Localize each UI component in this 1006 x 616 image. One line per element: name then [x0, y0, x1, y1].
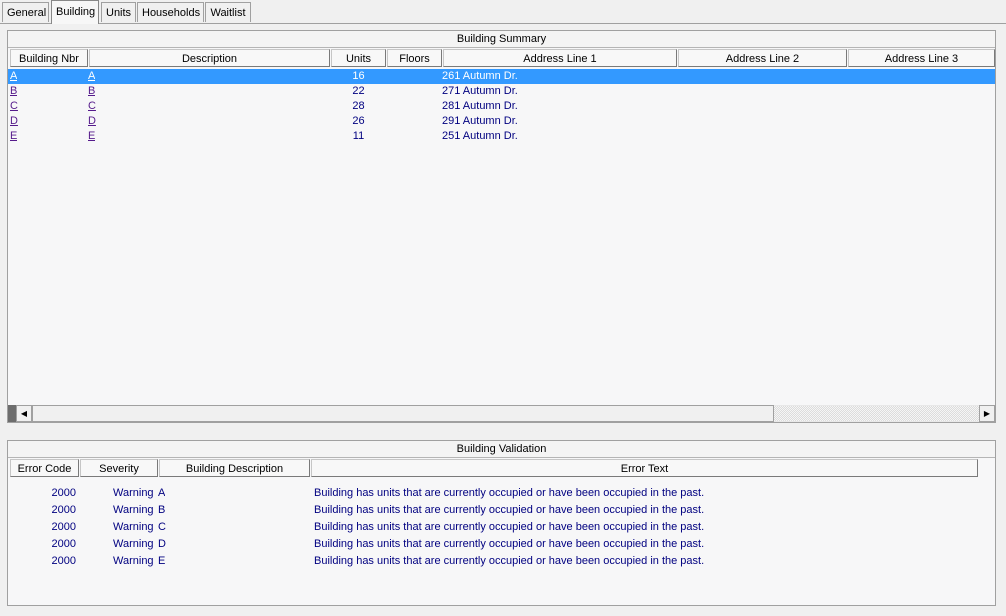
error-code-cell: 2000: [51, 521, 76, 533]
col-address-line-3[interactable]: Address Line 3: [848, 49, 995, 67]
col-address-line-2[interactable]: Address Line 2: [678, 49, 847, 67]
scrollbar-end-block: [8, 405, 16, 422]
tab-waitlist[interactable]: Waitlist: [205, 2, 251, 22]
error-code-cell: 2000: [51, 555, 76, 567]
building-nbr-link[interactable]: B: [10, 84, 17, 99]
col-building-description[interactable]: Building Description: [159, 459, 310, 477]
scroll-left-button[interactable]: ◀: [16, 405, 32, 422]
horizontal-scrollbar[interactable]: ◀ ▶: [8, 405, 995, 422]
building-summary-panel: Building Summary Building Nbr Descriptio…: [7, 30, 996, 423]
table-row[interactable]: B B 22 271 Autumn Dr.: [8, 84, 995, 99]
error-code-cell: 2000: [51, 487, 76, 499]
col-floors[interactable]: Floors: [387, 49, 442, 67]
units-cell: 26: [352, 115, 365, 127]
tab-bar: General Building Units Households Waitli…: [0, 0, 1006, 24]
table-row[interactable]: 2000 Warning C Building has units that a…: [8, 519, 995, 536]
building-summary-title: Building Summary: [8, 31, 995, 48]
scrollbar-track[interactable]: [774, 406, 979, 421]
tab-general[interactable]: General: [2, 2, 49, 22]
table-row[interactable]: 2000 Warning A Building has units that a…: [8, 485, 995, 502]
severity-cell: Warning: [113, 555, 154, 567]
description-link[interactable]: D: [88, 114, 96, 129]
description-link[interactable]: A: [88, 69, 95, 84]
building-nbr-link[interactable]: D: [10, 114, 18, 129]
table-row[interactable]: E E 11 251 Autumn Dr.: [8, 129, 995, 144]
description-link[interactable]: C: [88, 99, 96, 114]
table-row[interactable]: 2000 Warning D Building has units that a…: [8, 536, 995, 553]
building-validation-panel: Building Validation Error Code Severity …: [7, 440, 996, 606]
scrollbar-thumb[interactable]: [32, 405, 774, 422]
table-row[interactable]: A A 16 261 Autumn Dr.: [8, 69, 995, 84]
error-text-cell: Building has units that are currently oc…: [314, 487, 705, 499]
error-code-cell: 2000: [51, 538, 76, 550]
building-nbr-link[interactable]: A: [10, 69, 17, 84]
col-error-code[interactable]: Error Code: [10, 459, 79, 477]
units-cell: 28: [352, 100, 365, 112]
severity-cell: Warning: [113, 504, 154, 516]
error-text-cell: Building has units that are currently oc…: [314, 555, 705, 567]
address-line-1-cell: 281 Autumn Dr.: [442, 100, 518, 112]
error-code-cell: 2000: [51, 504, 76, 516]
building-validation-title: Building Validation: [8, 441, 995, 458]
building-description-cell: D: [158, 538, 166, 550]
units-cell: 16: [352, 70, 365, 82]
building-nbr-link[interactable]: E: [10, 129, 17, 144]
col-severity[interactable]: Severity: [80, 459, 158, 477]
address-line-1-cell: 271 Autumn Dr.: [442, 85, 518, 97]
scroll-right-button[interactable]: ▶: [979, 405, 995, 422]
table-row[interactable]: 2000 Warning B Building has units that a…: [8, 502, 995, 519]
tab-divider: [0, 23, 1006, 24]
address-line-1-cell: 251 Autumn Dr.: [442, 130, 518, 142]
table-row[interactable]: D D 26 291 Autumn Dr.: [8, 114, 995, 129]
col-address-line-1[interactable]: Address Line 1: [443, 49, 677, 67]
error-text-cell: Building has units that are currently oc…: [314, 521, 705, 533]
description-link[interactable]: B: [88, 84, 95, 99]
col-units[interactable]: Units: [331, 49, 386, 67]
table-row[interactable]: C C 28 281 Autumn Dr.: [8, 99, 995, 114]
address-line-1-cell: 291 Autumn Dr.: [442, 115, 518, 127]
col-error-text[interactable]: Error Text: [311, 459, 978, 477]
building-description-cell: E: [158, 555, 166, 567]
address-line-1-cell: 261 Autumn Dr.: [442, 70, 518, 82]
building-description-cell: B: [158, 504, 166, 516]
building-description-cell: A: [158, 487, 166, 499]
severity-cell: Warning: [113, 487, 154, 499]
col-description[interactable]: Description: [89, 49, 330, 67]
tab-units[interactable]: Units: [101, 2, 136, 22]
tab-building[interactable]: Building: [51, 0, 99, 24]
col-building-nbr[interactable]: Building Nbr: [10, 49, 88, 67]
error-text-cell: Building has units that are currently oc…: [314, 504, 705, 516]
building-validation-header: Error Code Severity Building Description…: [8, 458, 995, 478]
building-summary-header: Building Nbr Description Units Floors Ad…: [8, 48, 995, 68]
tab-households[interactable]: Households: [137, 2, 204, 22]
table-row[interactable]: 2000 Warning E Building has units that a…: [8, 553, 995, 570]
units-cell: 11: [352, 130, 365, 142]
units-cell: 22: [352, 85, 365, 97]
severity-cell: Warning: [113, 521, 154, 533]
building-nbr-link[interactable]: C: [10, 99, 18, 114]
building-description-cell: C: [158, 521, 166, 533]
severity-cell: Warning: [113, 538, 154, 550]
error-text-cell: Building has units that are currently oc…: [314, 538, 705, 550]
description-link[interactable]: E: [88, 129, 95, 144]
